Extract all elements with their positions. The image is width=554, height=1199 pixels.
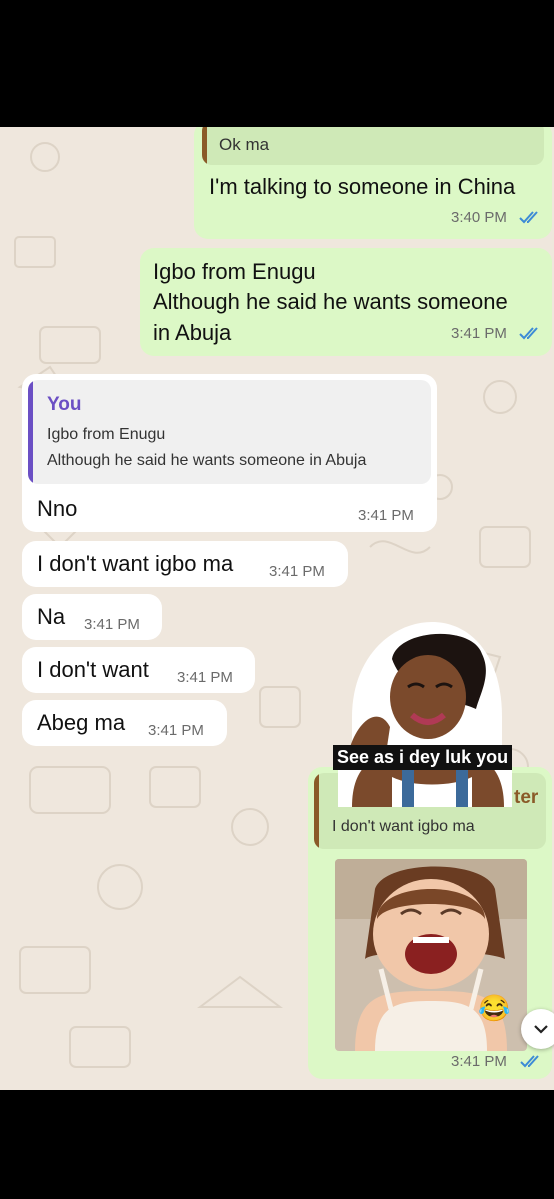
message-time: 3:41 PM [177,669,233,686]
message-outgoing[interactable]: ter I don't want igbo ma 😂 3:41 PM [308,767,552,1079]
reply-quote-bar [202,127,207,165]
message-time: 3:41 PM [451,325,507,342]
message-outgoing[interactable]: Igbo from Enugu Although he said he want… [140,248,552,356]
message-text: I'm talking to someone in China [209,174,516,199]
message-time: 3:41 PM [84,616,140,633]
sticker-caption: See as i dey luk you [333,745,513,770]
message-incoming[interactable]: Abeg ma 3:41 PM [22,700,227,746]
scroll-to-bottom-button[interactable] [521,1009,554,1049]
message-outgoing[interactable]: Ok ma I'm talking to someone in China 3:… [194,127,552,239]
reply-quote[interactable]: Ok ma [202,127,544,165]
message-incoming[interactable]: Na 3:41 PM [22,594,162,640]
message-text-line: Although he said he wants someone [153,289,508,314]
reply-quote-line: Although he said he wants someone in Abu… [47,452,367,469]
message-text: I don't want igbo ma [37,551,234,576]
message-time: 3:40 PM [451,209,507,226]
reply-quote-text: I don't want igbo ma [332,818,475,835]
message-incoming[interactable]: I don't want igbo ma 3:41 PM [22,541,348,587]
status-bar-area [0,0,554,127]
message-time: 3:41 PM [148,722,204,739]
laughing-emoji: 😂 [478,993,511,1023]
read-ticks-icon [519,327,538,340]
message-time: 3:41 PM [358,507,414,524]
reply-quote-author: You [47,394,82,415]
reply-quote-bar [314,773,319,849]
message-incoming[interactable]: I don't want 3:41 PM [22,647,255,693]
message-text: Abeg ma [37,710,126,735]
message-text: I don't want [37,657,149,682]
read-ticks-icon [519,211,538,224]
reply-quote-line: Igbo from Enugu [47,426,166,443]
message-time: 3:41 PM [451,1053,507,1070]
bottom-black-bar [0,1090,554,1199]
chat-area[interactable]: Ok ma I'm talking to someone in China 3:… [0,127,554,1090]
message-incoming[interactable]: You Igbo from Enugu Although he said he … [22,374,437,532]
reply-quote[interactable]: You Igbo from Enugu Although he said he … [28,380,431,484]
chevron-down-icon [534,1025,548,1034]
woman-sticker[interactable] [332,619,512,807]
message-time: 3:41 PM [269,563,325,580]
reply-quote-bar [28,380,33,484]
message-text-line: Igbo from Enugu [153,259,316,284]
message-text: Na [37,604,66,629]
message-text: Nno [37,496,78,521]
reply-quote-author: ter [514,787,539,808]
reply-quote-text: Ok ma [219,135,270,154]
message-text-line: in Abuja [153,320,232,345]
read-ticks-icon [520,1055,539,1068]
